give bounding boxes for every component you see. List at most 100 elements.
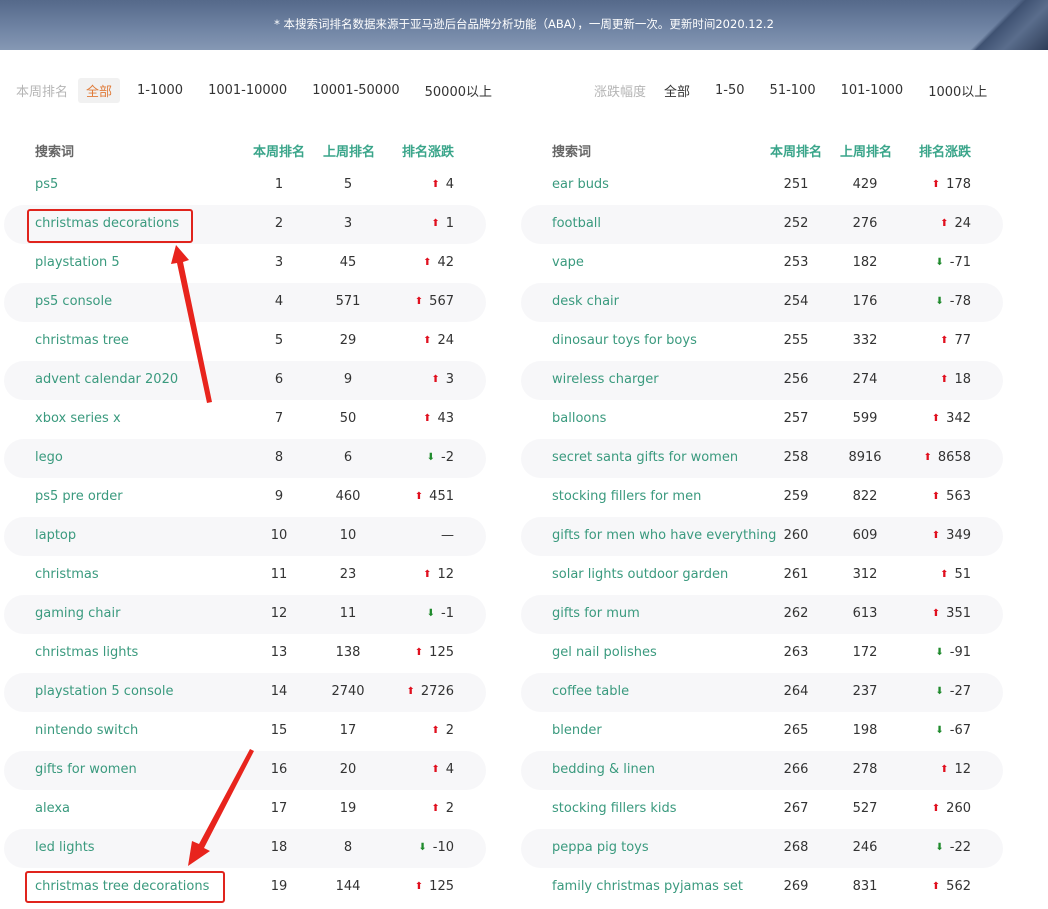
rank-change: ⬆ 4	[431, 177, 454, 192]
rank-change-value: 24	[437, 333, 454, 348]
arrow-up-icon: ⬆	[431, 764, 440, 775]
search-term-link[interactable]: balloons	[552, 411, 606, 426]
rank-change-value: 451	[429, 489, 454, 504]
table-row: lego 8 6 ⬇ -2	[4, 439, 486, 478]
search-term-link[interactable]: vape	[552, 255, 584, 270]
rank-change: ⬆ 3	[431, 372, 454, 387]
column-header-this-week[interactable]: 本周排名	[770, 141, 822, 160]
change-filter-1000-plus[interactable]: 1000以上	[920, 78, 995, 103]
search-term-link[interactable]: bedding & linen	[552, 762, 655, 777]
change-filter-101-1000[interactable]: 101-1000	[833, 80, 912, 101]
this-week-rank: 268	[783, 840, 809, 855]
search-term-link[interactable]: ps5	[35, 177, 58, 192]
search-term-link[interactable]: gel nail polishes	[552, 645, 657, 660]
arrow-down-icon: ⬇	[935, 725, 944, 736]
arrow-up-icon: ⬆	[931, 881, 941, 892]
search-term-link[interactable]: solar lights outdoor garden	[552, 567, 728, 582]
arrow-up-icon: ⬆	[431, 803, 440, 814]
search-term-link[interactable]: gifts for women	[35, 762, 137, 777]
arrow-up-icon: ⬆	[423, 335, 432, 346]
table-row: stocking fillers for men 259 822 ⬆ 563	[521, 478, 1003, 517]
search-term-link[interactable]: xbox series x	[35, 411, 121, 426]
search-term-link[interactable]: led lights	[35, 840, 95, 855]
rank-change: ⬆ 24	[940, 216, 971, 231]
last-week-rank: 19	[339, 801, 357, 816]
search-term-link[interactable]: ps5 console	[35, 294, 112, 309]
search-term-link[interactable]: christmas	[35, 567, 99, 582]
rank-change-value: -10	[432, 840, 454, 855]
table-row: bedding & linen 266 278 ⬆ 12	[521, 751, 1003, 790]
last-week-rank: 172	[852, 645, 878, 660]
this-week-rank: 8	[274, 450, 284, 465]
search-term-link[interactable]: gifts for mum	[552, 606, 640, 621]
search-term-link[interactable]: gifts for men who have everything	[552, 528, 776, 543]
last-week-rank: 429	[852, 177, 878, 192]
search-term-link[interactable]: secret santa gifts for women	[552, 450, 738, 465]
change-filter-1-50[interactable]: 1-50	[707, 80, 753, 101]
search-term-link[interactable]: christmas lights	[35, 645, 138, 660]
rank-change: ⬇ -2	[427, 450, 454, 465]
search-term-link[interactable]: dinosaur toys for boys	[552, 333, 697, 348]
search-term-link[interactable]: stocking fillers kids	[552, 801, 677, 816]
column-header-change[interactable]: 排名涨跌	[402, 141, 454, 160]
rank-change: ⬆ 2	[431, 801, 454, 816]
search-term-link[interactable]: coffee table	[552, 684, 629, 699]
rank-change: ⬆ 51	[940, 567, 971, 582]
table-row: christmas lights 13 138 ⬆ 125	[4, 634, 486, 673]
column-header-last-week[interactable]: 上周排名	[840, 141, 892, 160]
rank-change: ⬆ 125	[415, 645, 454, 660]
change-filter-all[interactable]: 全部	[656, 78, 698, 103]
change-filter-51-100[interactable]: 51-100	[762, 80, 824, 101]
arrow-up-icon: ⬆	[931, 413, 941, 424]
search-term-link[interactable]: family christmas pyjamas set	[552, 879, 743, 894]
rank-change-value: -22	[949, 840, 971, 855]
search-term-link[interactable]: gaming chair	[35, 606, 120, 621]
search-term-link[interactable]: blender	[552, 723, 602, 738]
this-week-rank: 253	[783, 255, 809, 270]
search-term-link[interactable]: desk chair	[552, 294, 619, 309]
this-week-rank: 3	[274, 255, 284, 270]
arrow-up-icon: ⬆	[940, 374, 949, 385]
this-week-rank: 14	[270, 684, 288, 699]
rank-change-value: 260	[946, 801, 971, 816]
last-week-rank: 176	[852, 294, 878, 309]
search-term-link[interactable]: christmas tree	[35, 333, 129, 348]
search-term-link[interactable]: playstation 5 console	[35, 684, 173, 699]
this-week-rank: 10	[270, 528, 288, 543]
rank-filter-1001-10000[interactable]: 1001-10000	[200, 80, 295, 101]
rank-change: ⬆ 562	[932, 879, 971, 894]
last-week-rank: 312	[852, 567, 878, 582]
column-header-this-week[interactable]: 本周排名	[253, 141, 305, 160]
search-term-link[interactable]: playstation 5	[35, 255, 120, 270]
search-term-link[interactable]: laptop	[35, 528, 76, 543]
search-term-link[interactable]: lego	[35, 450, 63, 465]
search-term-link[interactable]: christmas decorations	[35, 216, 179, 231]
rank-filter-10001-50000[interactable]: 10001-50000	[304, 80, 407, 101]
search-term-link[interactable]: wireless charger	[552, 372, 659, 387]
column-header-change[interactable]: 排名涨跌	[919, 141, 971, 160]
arrow-up-icon: ⬆	[414, 881, 424, 892]
rank-filter-1-1000[interactable]: 1-1000	[129, 80, 191, 101]
table-row: christmas tree decorations 19 144 ⬆ 125	[4, 868, 486, 907]
search-term-link[interactable]: ps5 pre order	[35, 489, 123, 504]
rank-filter-all[interactable]: 全部	[78, 77, 121, 103]
search-term-link[interactable]: christmas tree decorations	[35, 879, 209, 894]
last-week-rank: 5	[343, 177, 353, 192]
search-term-link[interactable]: nintendo switch	[35, 723, 138, 738]
table-row: ear buds 251 429 ⬆ 178	[521, 166, 1003, 205]
rank-filter-50000-plus[interactable]: 50000以上	[417, 78, 500, 103]
search-term-link[interactable]: peppa pig toys	[552, 840, 649, 855]
column-header-last-week[interactable]: 上周排名	[323, 141, 375, 160]
search-term-link[interactable]: ear buds	[552, 177, 609, 192]
rank-change-value: 8658	[937, 450, 971, 465]
table-row: ps5 pre order 9 460 ⬆ 451	[4, 478, 486, 517]
search-term-link[interactable]: alexa	[35, 801, 70, 816]
last-week-rank: 8	[343, 840, 353, 855]
last-week-rank: 527	[852, 801, 878, 816]
rank-change: ⬇ -78	[935, 294, 971, 309]
arrow-up-icon: ⬆	[414, 296, 424, 307]
rank-change: ⬇ -22	[935, 840, 971, 855]
search-term-link[interactable]: advent calendar 2020	[35, 372, 178, 387]
search-term-link[interactable]: stocking fillers for men	[552, 489, 701, 504]
search-term-link[interactable]: football	[552, 216, 601, 231]
